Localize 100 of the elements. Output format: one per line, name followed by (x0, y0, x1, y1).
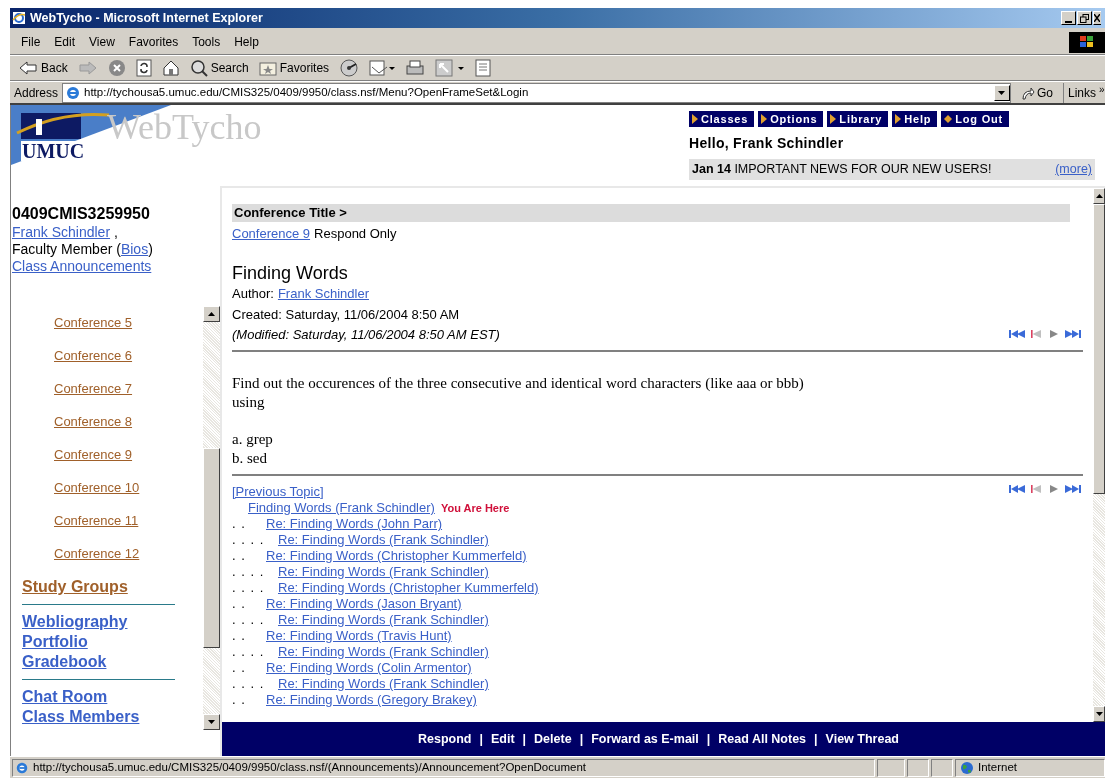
indent-dots: . . . . (232, 580, 266, 596)
sidebar-link[interactable]: Class Members (22, 707, 140, 727)
thread-link[interactable]: Re: Finding Words (Frank Schindler) (278, 676, 489, 692)
action-link[interactable]: Delete (534, 729, 572, 749)
arrow-up-icon (1095, 194, 1103, 198)
thread-link[interactable]: Finding Words (Frank Schindler) (248, 500, 435, 516)
next-icon (1049, 484, 1059, 494)
conference-link[interactable]: Conference 8 (54, 413, 133, 446)
mail-button[interactable] (367, 59, 398, 77)
arrow-right-icon (830, 114, 837, 124)
sidebar-scrollbar[interactable] (203, 306, 220, 730)
menu-item[interactable]: Favorites (121, 31, 186, 53)
thread-link[interactable]: Re: Finding Words (Travis Hunt) (266, 628, 452, 644)
sidebar-link[interactable]: Webliography (22, 612, 128, 632)
conference-link[interactable]: Conference 9 (232, 224, 311, 244)
previous-button[interactable] (1031, 484, 1043, 494)
action-link[interactable]: View Thread (825, 729, 899, 749)
thread-link[interactable]: Re: Finding Words (Frank Schindler) (278, 532, 489, 548)
last-page-button[interactable] (1065, 484, 1081, 494)
menu-item[interactable]: Edit (47, 31, 83, 53)
nav-button[interactable]: Classes (689, 111, 755, 127)
search-button[interactable]: Search (187, 59, 251, 77)
conference-link[interactable]: Conference 11 (54, 512, 139, 545)
previous-topic-link[interactable]: [Previous Topic] (232, 484, 1009, 500)
nav-button[interactable]: Help (892, 111, 938, 127)
action-link[interactable]: Forward as E-mail (591, 729, 699, 749)
thread-link[interactable]: Re: Finding Words (Frank Schindler) (278, 612, 489, 628)
next-button[interactable] (1049, 329, 1059, 340)
close-icon (1094, 14, 1100, 22)
more-link[interactable]: (more) (1055, 160, 1092, 179)
indent-dots: . . . . (232, 612, 266, 628)
sidebar-link[interactable]: Portfolio (22, 632, 88, 652)
action-link[interactable]: Respond (418, 729, 472, 749)
mail-icon (369, 59, 396, 77)
scroll-down-button[interactable] (1093, 706, 1105, 722)
discuss-button[interactable] (473, 59, 494, 77)
conference-link[interactable]: Conference 12 (54, 545, 140, 578)
close-button[interactable] (1093, 11, 1101, 25)
first-page-button[interactable] (1009, 329, 1025, 340)
scroll-thumb[interactable] (1093, 204, 1105, 494)
sidebar-link[interactable]: Chat Room (22, 687, 108, 707)
body-text: a. grep (232, 430, 273, 449)
thread-link[interactable]: Re: Finding Words (Christopher Kummerfeld) (266, 548, 527, 564)
conference-link[interactable]: Conference 5 (54, 314, 133, 347)
sidebar-link[interactable]: Gradebook (22, 652, 107, 672)
study-groups-link[interactable]: Study Groups (22, 577, 128, 597)
menu-item[interactable]: File (14, 31, 48, 53)
arrow-down-icon (208, 720, 215, 724)
separator-text: , (114, 224, 118, 241)
conference-link[interactable]: Conference 10 (54, 479, 140, 512)
action-link[interactable]: Edit (491, 729, 515, 749)
thread-link[interactable]: Re: Finding Words (Gregory Brakey) (266, 692, 477, 708)
scroll-up-button[interactable] (1093, 188, 1105, 204)
arrow-right-icon (895, 114, 902, 124)
minimize-button[interactable] (1061, 11, 1076, 25)
author-link[interactable]: Frank Schindler (277, 283, 369, 303)
status-panel (931, 758, 953, 777)
last-page-button[interactable] (1065, 329, 1081, 340)
nav-button[interactable]: Log Out (941, 111, 1010, 127)
instructor-link[interactable]: Frank Schindler (12, 224, 111, 241)
browser-icon (12, 11, 26, 25)
address-field[interactable]: http://tychousa5.umuc.edu/CMIS325/0409/9950/class.nsf/Menu?OpenFrameSet&Login (62, 82, 1011, 103)
bios-link[interactable]: Bios (120, 241, 149, 258)
conference-link[interactable]: Conference 9 (54, 446, 133, 479)
thread-link[interactable]: Re: Finding Words (Colin Armentor) (266, 660, 472, 676)
thread-link[interactable]: Re: Finding Words (Christopher Kummerfeld) (278, 580, 539, 596)
windows-flag-icon (1079, 35, 1095, 49)
indent-dots: . . (232, 596, 247, 612)
action-link[interactable]: Read All Notes (718, 729, 807, 749)
first-page-button[interactable] (1009, 484, 1025, 494)
scroll-up-button[interactable] (203, 306, 220, 322)
conference-link[interactable]: Conference 6 (54, 347, 133, 380)
scroll-down-button[interactable] (203, 714, 220, 730)
restore-button[interactable] (1077, 11, 1092, 25)
favorites-button[interactable]: Favorites (256, 59, 332, 77)
back-button[interactable]: Back (16, 59, 70, 77)
menu-item[interactable]: View (82, 31, 122, 53)
last-page-icon (1065, 329, 1081, 340)
menu-item[interactable]: Tools (185, 31, 228, 53)
thread-link[interactable]: Re: Finding Words (Jason Bryant) (266, 596, 462, 612)
thread-link[interactable]: Re: Finding Words (John Parr) (266, 516, 443, 532)
next-button[interactable] (1049, 484, 1059, 494)
conference-link[interactable]: Conference 7 (54, 380, 133, 413)
address-dropdown-button[interactable] (994, 84, 1010, 101)
links-button[interactable]: Links » (1063, 82, 1105, 103)
content-scrollbar[interactable] (1093, 188, 1105, 722)
indent-dots: . . (232, 548, 247, 564)
zone-text: Internet (978, 759, 1017, 775)
announcements-link[interactable]: Class Announcements (12, 258, 220, 275)
scroll-thumb[interactable] (203, 448, 220, 648)
go-button[interactable]: Go (1015, 82, 1059, 103)
nav-button[interactable]: Library (827, 111, 889, 127)
thread-link[interactable]: Re: Finding Words (Frank Schindler) (278, 644, 489, 660)
refresh-button[interactable] (133, 59, 154, 77)
status-text: http://tychousa5.umuc.edu/CMIS325/0409/9950/class.nsf/(Announcements)/Announcement?OpenDocument (33, 759, 586, 775)
thread-link[interactable]: Re: Finding Words (Frank Schindler) (278, 564, 489, 580)
menu-item[interactable]: Help (227, 31, 266, 53)
nav-button[interactable]: Options (758, 111, 824, 127)
previous-button[interactable] (1031, 329, 1043, 340)
search-icon (189, 59, 208, 77)
